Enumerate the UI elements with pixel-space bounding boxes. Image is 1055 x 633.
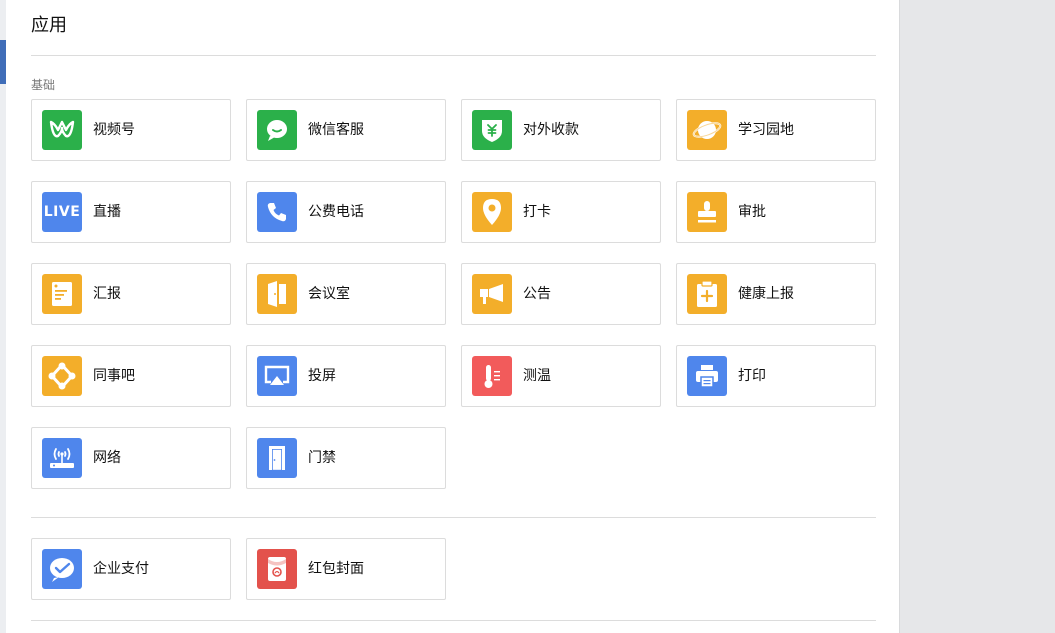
title-divider xyxy=(31,55,876,56)
app-card-network[interactable]: 网络 xyxy=(31,427,231,489)
thermometer-icon xyxy=(472,356,512,396)
app-label: 测温 xyxy=(523,368,551,384)
app-label: 企业支付 xyxy=(93,561,149,577)
app-label: 同事吧 xyxy=(93,368,135,384)
app-label: 微信客服 xyxy=(308,122,364,138)
app-label: 健康上报 xyxy=(738,286,794,302)
pay-check-icon xyxy=(42,549,82,589)
app-card-collect[interactable]: 对外收款 xyxy=(461,99,661,161)
app-label: 网络 xyxy=(93,450,121,466)
app-card-pay[interactable]: 企业支付 xyxy=(31,538,231,600)
app-card-print[interactable]: 打印 xyxy=(676,345,876,407)
app-label: 视频号 xyxy=(93,122,135,138)
apps-panel: 应用 基础 视频号 微信客服 对外收款 学习园地 LIVE 直播 公费电话 打卡… xyxy=(6,0,900,633)
channels-icon xyxy=(42,110,82,150)
app-card-channels[interactable]: 视频号 xyxy=(31,99,231,161)
app-card-health[interactable]: 健康上报 xyxy=(676,263,876,325)
access-door-icon xyxy=(257,438,297,478)
app-label: 打印 xyxy=(738,368,766,384)
yuan-shield-icon xyxy=(472,110,512,150)
app-card-temp[interactable]: 测温 xyxy=(461,345,661,407)
app-card-cast[interactable]: 投屏 xyxy=(246,345,446,407)
app-card-checkin[interactable]: 打卡 xyxy=(461,181,661,243)
live-icon-text: LIVE xyxy=(43,204,81,220)
megaphone-icon xyxy=(472,274,512,314)
door-icon xyxy=(257,274,297,314)
chat-bubble-icon xyxy=(257,110,297,150)
app-label: 投屏 xyxy=(308,368,336,384)
bottom-divider xyxy=(31,620,876,621)
app-label: 学习园地 xyxy=(738,122,794,138)
app-label: 门禁 xyxy=(308,450,336,466)
router-icon xyxy=(42,438,82,478)
app-card-approval[interactable]: 审批 xyxy=(676,181,876,243)
network-nodes-icon xyxy=(42,356,82,396)
app-label: 会议室 xyxy=(308,286,350,302)
app-label: 直播 xyxy=(93,204,121,220)
red-packet-icon xyxy=(257,549,297,589)
app-card-colleague[interactable]: 同事吧 xyxy=(31,345,231,407)
page-title: 应用 xyxy=(31,15,67,36)
app-card-access[interactable]: 门禁 xyxy=(246,427,446,489)
app-card-notice[interactable]: 公告 xyxy=(461,263,661,325)
app-label: 红包封面 xyxy=(308,561,364,577)
app-label: 公告 xyxy=(523,286,551,302)
planet-icon xyxy=(687,110,727,150)
app-label: 审批 xyxy=(738,204,766,220)
app-card-learning[interactable]: 学习园地 xyxy=(676,99,876,161)
app-label: 汇报 xyxy=(93,286,121,302)
app-card-live[interactable]: LIVE 直播 xyxy=(31,181,231,243)
app-card-phone[interactable]: 公费电话 xyxy=(246,181,446,243)
app-label: 打卡 xyxy=(523,204,551,220)
printer-icon xyxy=(687,356,727,396)
phone-icon xyxy=(257,192,297,232)
app-card-meeting[interactable]: 会议室 xyxy=(246,263,446,325)
live-icon: LIVE xyxy=(42,192,82,232)
clipboard-plus-icon xyxy=(687,274,727,314)
section-label-basic: 基础 xyxy=(31,78,56,92)
app-card-report[interactable]: 汇报 xyxy=(31,263,231,325)
location-pin-icon xyxy=(472,192,512,232)
stamp-icon xyxy=(687,192,727,232)
document-icon xyxy=(42,274,82,314)
app-label: 对外收款 xyxy=(523,122,579,138)
app-card-wecom-cs[interactable]: 微信客服 xyxy=(246,99,446,161)
airplay-icon xyxy=(257,356,297,396)
section-divider xyxy=(31,517,876,518)
app-label: 公费电话 xyxy=(308,204,364,220)
app-card-redpacket[interactable]: 红包封面 xyxy=(246,538,446,600)
